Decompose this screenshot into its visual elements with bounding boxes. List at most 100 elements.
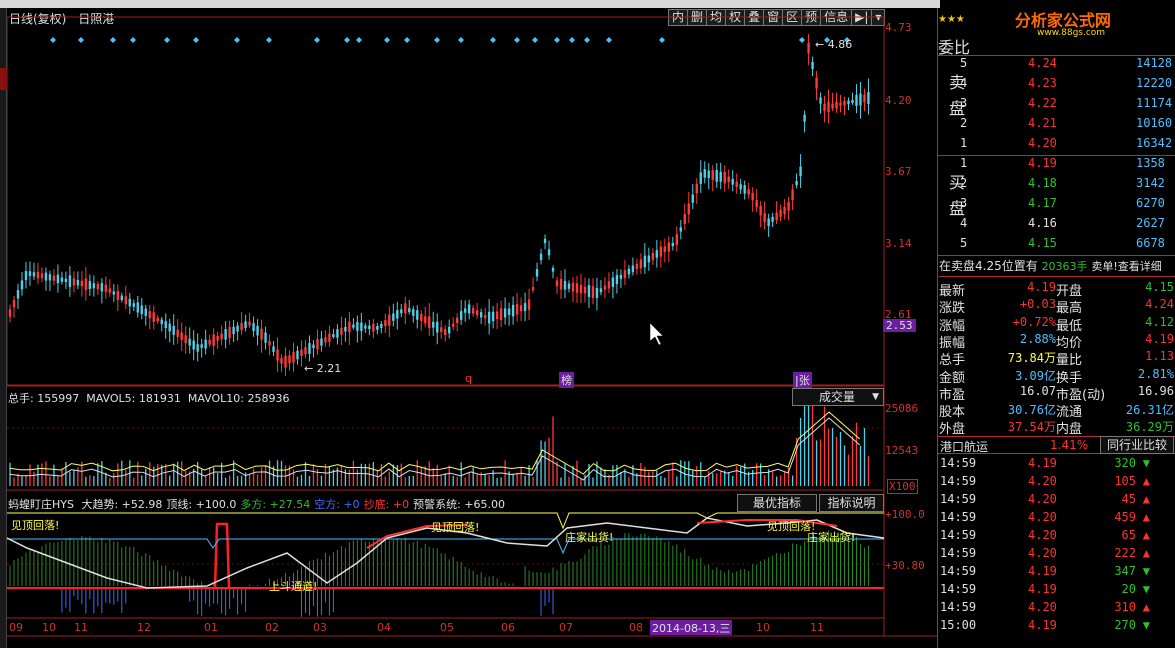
candle-body (112, 291, 116, 295)
sell-level-row[interactable]: 3 4.22 11174 (958, 96, 1175, 116)
candle-body (340, 327, 343, 335)
sector-row: 港口航运 1.41% 同行业比较 (938, 436, 1175, 454)
candle-body (643, 255, 647, 268)
buy-level-row[interactable]: 3 4.17 6270 (958, 196, 1175, 216)
candle-body (787, 202, 790, 211)
tick-price: 4.20 (1028, 600, 1057, 614)
candle-body (316, 339, 319, 350)
big-order-notice[interactable]: 在卖盘4.25位置有 20363手 卖单!查看详细 (939, 257, 1175, 277)
quote-label: 金额 (939, 370, 966, 386)
candle-body (739, 184, 742, 190)
indicator-help-button[interactable]: 指标说明 (819, 494, 884, 512)
indicator-select-dropdown[interactable]: 成交量 ▼ (792, 388, 884, 406)
candle-body (356, 322, 359, 331)
candle-body (475, 310, 479, 316)
tick-row: 14:59 4.20 45 ▲ (938, 492, 1175, 510)
signal-diamond (314, 37, 320, 43)
candle-body (164, 321, 167, 329)
date-tick: 12 (137, 621, 151, 634)
indicator-value-2: 多方: +27.54 (240, 498, 311, 511)
sell-level-row[interactable]: 1 4.20 16342 (958, 136, 1175, 156)
quote-value: 3.09亿 (1015, 368, 1056, 383)
indicator-annotation: 见顶回落! (431, 521, 480, 534)
signal-diamond (584, 37, 590, 43)
sell-level-row[interactable]: 5 4.24 14128 (958, 56, 1175, 76)
tick-volume: 45 (1121, 492, 1136, 506)
tick-volume: 459 (1114, 510, 1136, 524)
candle-body (96, 283, 100, 290)
candle-body (495, 311, 499, 320)
candle-body (551, 267, 555, 272)
candle-body (607, 281, 611, 289)
volume-axis-label: 12543 (885, 444, 919, 457)
candle-body (212, 334, 215, 347)
candle-body (232, 326, 235, 335)
quote-row: 股本 30.76亿 流通 26.31亿 (938, 401, 1175, 420)
buy-level-row[interactable]: 1 4.19 1358 (958, 156, 1175, 176)
quote-value: 4.19 (1145, 331, 1174, 346)
candle-body (216, 335, 219, 341)
notice-detail-link[interactable]: 卖单!查看详细 (1091, 260, 1161, 273)
candle-body (208, 339, 211, 345)
candle-body (727, 176, 730, 183)
arrow-down-icon: ▼ (1142, 564, 1150, 578)
tick-price: 4.20 (1028, 510, 1057, 524)
candle-body (412, 309, 415, 316)
candle-body (120, 295, 123, 301)
date-axis: 09 10 11 12 01 02 03 04 05 06 07 08 10 11 (7, 620, 885, 636)
level-volume: 1358 (1136, 156, 1165, 170)
level-volume: 10160 (1136, 116, 1173, 130)
sell-level-row[interactable]: 4 4.23 12220 (958, 76, 1175, 96)
best-indicator-button[interactable]: 最优指标 (737, 494, 817, 512)
event-tag-rank[interactable]: 榜 (559, 372, 574, 388)
date-tick: 09 (9, 621, 23, 634)
event-tag-q[interactable]: q (465, 372, 472, 385)
candle-body (172, 325, 175, 335)
buy-level-row[interactable]: 2 4.18 3142 (958, 176, 1175, 196)
order-ratio-row: 委比 (938, 34, 1175, 57)
quote-label: 涨跌 (939, 301, 966, 317)
buy-level-row[interactable]: 5 4.15 6678 (958, 236, 1175, 256)
tick-time: 14:59 (940, 456, 977, 470)
candle-body (368, 325, 371, 330)
candle-body (28, 271, 32, 276)
tick-volume: 310 (1114, 600, 1136, 614)
candle-body (188, 338, 191, 346)
candle-body (775, 212, 778, 221)
tick-time: 15:00 (940, 618, 977, 632)
kline-chart[interactable] (7, 8, 937, 648)
buy-level-row[interactable]: 4 4.16 2627 (958, 216, 1175, 236)
level-number: 5 (960, 56, 968, 70)
tick-price: 4.19 (1028, 564, 1057, 578)
candle-body (811, 61, 814, 70)
sell-level-row[interactable]: 2 4.21 10160 (958, 116, 1175, 136)
price-axis-label: 3.14 (885, 237, 912, 250)
brand-logo: ★★★ 分析家公式网 www.88gs.com (938, 8, 1175, 38)
candle-body (859, 93, 862, 106)
candle-body (104, 284, 108, 292)
chart-area[interactable]: 日线(复权) 日照港 内删均权叠窗区预信息 ▶| ▾ 4.73 4.20 3.67 … (7, 8, 937, 648)
tick-volume: 320 (1114, 456, 1136, 470)
sector-compare-button[interactable]: 同行业比较 (1100, 436, 1174, 454)
candle-body (587, 285, 591, 297)
candle-body (372, 323, 375, 332)
left-tool-bar[interactable] (0, 8, 7, 648)
candle-body (124, 296, 127, 305)
candle-body (819, 97, 822, 104)
level-price: 4.20 (1028, 136, 1057, 150)
level-price: 4.16 (1028, 216, 1057, 230)
left-tab-marker[interactable] (0, 68, 7, 90)
signal-diamond (569, 37, 575, 43)
level-price: 4.22 (1028, 96, 1057, 110)
level-volume: 2627 (1136, 216, 1165, 230)
quote-value: 30.76亿 (1007, 403, 1056, 418)
candle-body (72, 278, 76, 286)
candle-body (703, 169, 706, 178)
candle-body (507, 308, 511, 315)
candle-body (799, 166, 802, 177)
candle-body (671, 242, 675, 247)
signal-diamond (659, 37, 665, 43)
quote-label: 内盘 (1056, 422, 1083, 438)
candle-body (248, 321, 251, 326)
event-tag-limit[interactable]: |张 (793, 372, 812, 388)
